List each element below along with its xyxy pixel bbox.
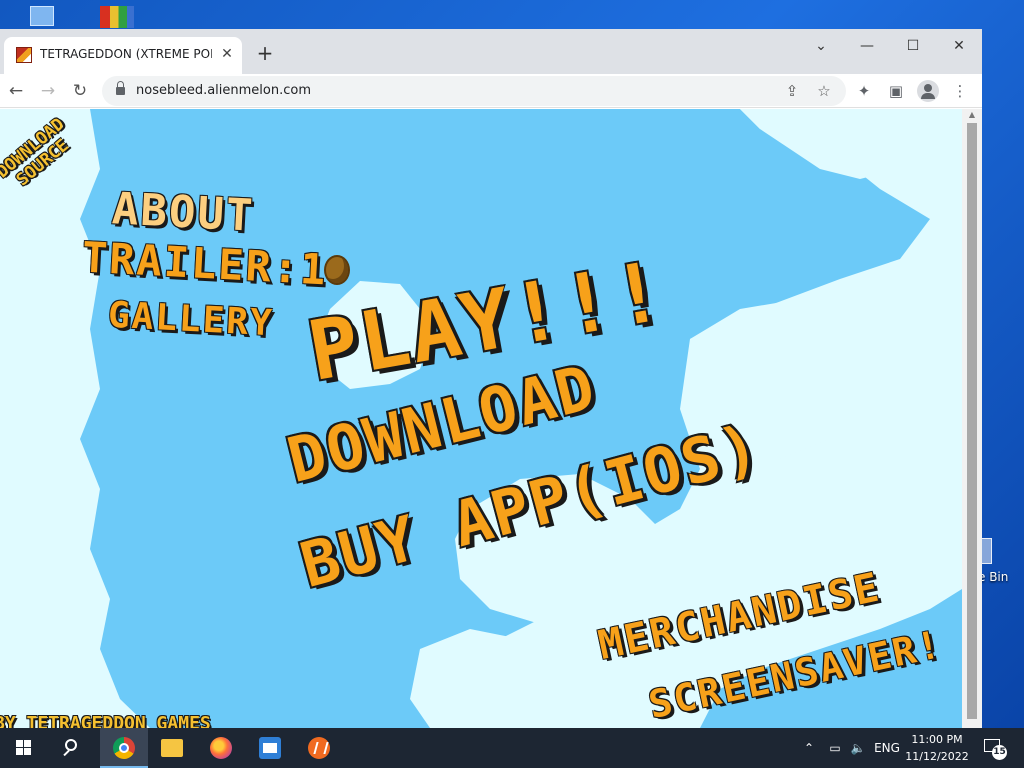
- network-icon[interactable]: ▭: [824, 728, 846, 768]
- taskbar-app-firefox[interactable]: [197, 728, 245, 768]
- about-link[interactable]: ABOUT: [111, 183, 256, 241]
- taskbar: ⌃ ▭ 🔈 ENG 11:00 PM 11/12/2022 15: [0, 728, 1024, 768]
- close-window-button[interactable]: ✕: [944, 35, 974, 57]
- firefox-icon: [210, 737, 232, 759]
- reload-button[interactable]: ↻: [67, 78, 93, 104]
- show-hidden-icons-chevron-icon[interactable]: ⌃: [800, 728, 818, 768]
- orange-app-icon: [308, 737, 330, 759]
- file-explorer-icon: [161, 739, 183, 757]
- new-tab-button[interactable]: +: [254, 42, 276, 64]
- forward-button[interactable]: →: [35, 78, 61, 104]
- url-text[interactable]: nosebleed.alienmelon.com: [136, 83, 311, 98]
- profile-icon[interactable]: [917, 80, 939, 102]
- clock[interactable]: 11:00 PM 11/12/2022: [904, 731, 970, 765]
- taskbar-search-button[interactable]: [48, 728, 96, 768]
- tab-close-icon[interactable]: ✕: [218, 45, 236, 63]
- tab-search-button[interactable]: ⌄: [806, 35, 836, 57]
- tab-active[interactable]: TETRAGEDDON (XTREME POLYGON ✕: [4, 37, 242, 74]
- desktop-icon-app[interactable]: [100, 6, 134, 28]
- notification-count-badge: 15: [992, 745, 1007, 760]
- taskbar-app-orange[interactable]: [295, 728, 343, 768]
- back-button[interactable]: ←: [3, 78, 29, 104]
- web-page: DOWNLOAD SOURCE ABOUT TRAILER:1 GALLERY …: [0, 109, 962, 728]
- taskbar-app-chrome[interactable]: [100, 728, 148, 768]
- extensions-icon[interactable]: ✦: [852, 79, 876, 103]
- browser-window: TETRAGEDDON (XTREME POLYGON ✕ + ⌄ — ☐ ✕ …: [0, 29, 982, 728]
- search-icon: [65, 739, 77, 751]
- lock-icon[interactable]: [116, 81, 125, 96]
- side-panel-icon[interactable]: ▣: [884, 79, 908, 103]
- tab-title: TETRAGEDDON (XTREME POLYGON: [40, 47, 212, 61]
- minimize-button[interactable]: —: [852, 35, 882, 57]
- menu-icon[interactable]: ⋮: [948, 79, 972, 103]
- coin-sprite: [324, 255, 350, 285]
- gallery-link[interactable]: GALLERY: [107, 295, 275, 345]
- notification-center-button[interactable]: 15: [982, 737, 1007, 760]
- taskbar-app-file-explorer[interactable]: [148, 728, 196, 768]
- recycle-bin-label[interactable]: e Bin: [978, 570, 1008, 584]
- start-button[interactable]: [0, 728, 48, 768]
- clock-date: 11/12/2022: [905, 750, 969, 763]
- taskbar-app-box[interactable]: [246, 728, 294, 768]
- browser-toolbar: ← → ↻ nosebleed.alienmelon.com ⇪ ☆ ✦ ▣ ⋮: [0, 74, 982, 108]
- maximize-button[interactable]: ☐: [898, 35, 928, 57]
- desktop-icon-computer[interactable]: [30, 6, 54, 26]
- star-icon[interactable]: ☆: [812, 79, 836, 103]
- app-box-icon: [259, 737, 281, 759]
- volume-icon[interactable]: 🔈: [848, 728, 868, 768]
- chrome-icon: [113, 737, 135, 759]
- language-indicator[interactable]: ENG: [872, 728, 902, 768]
- address-bar[interactable]: nosebleed.alienmelon.com ⇪ ☆: [102, 76, 846, 106]
- share-icon[interactable]: ⇪: [780, 79, 804, 103]
- scrollbar-thumb[interactable]: [967, 123, 977, 719]
- page-scrollbar[interactable]: ▲: [962, 109, 982, 728]
- scroll-up-arrow-icon[interactable]: ▲: [967, 111, 977, 119]
- tab-strip: TETRAGEDDON (XTREME POLYGON ✕ + ⌄ — ☐ ✕: [0, 29, 982, 74]
- clock-time: 11:00 PM: [911, 733, 963, 746]
- favicon-icon: [16, 47, 32, 63]
- windows-logo-icon: [16, 740, 32, 756]
- footer-credit: BY TETRAGEDDON GAMES: [0, 713, 211, 728]
